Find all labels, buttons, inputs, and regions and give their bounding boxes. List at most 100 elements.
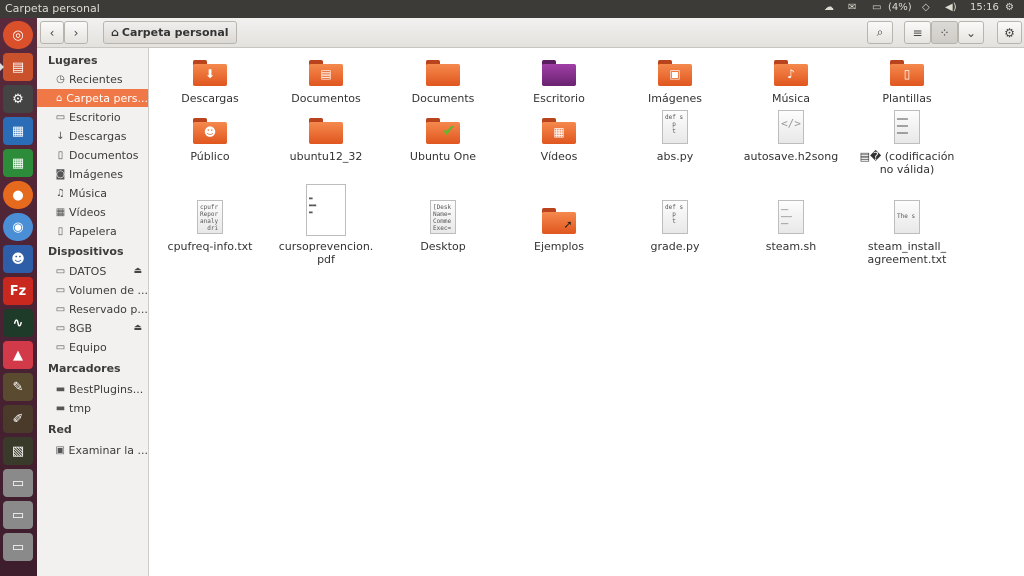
volume-icon[interactable]: ◀) (945, 2, 957, 13)
firefox-icon[interactable]: ● (3, 181, 33, 209)
dash-icon[interactable]: ◎ (3, 21, 33, 49)
path-bar-home[interactable]: ⌂ Carpeta personal (103, 21, 237, 44)
file-item[interactable]: ☻ Público (155, 118, 265, 163)
steam-icon[interactable]: ⚙ (3, 85, 33, 113)
list-icon: ≡ (912, 25, 923, 40)
forward-button[interactable]: › (64, 21, 88, 44)
file-item[interactable]: ubuntu12_32 (271, 118, 381, 163)
sidebar-item-volumen[interactable]: ▭ Volumen de ... (37, 281, 148, 299)
sidebar-item-examinar-red[interactable]: ▣ Examinar la ... (37, 441, 148, 459)
sidebar-item-videos[interactable]: ▦ Vídeos (37, 203, 148, 221)
code-file-icon: </> (778, 110, 804, 144)
file-item[interactable]: Escritorio (504, 60, 614, 105)
document-icon: ▯ (57, 149, 64, 161)
file-name: steam.sh (765, 240, 817, 253)
back-button[interactable]: ‹ (40, 21, 64, 44)
kernel-icon[interactable]: ☻ (3, 245, 33, 273)
file-item[interactable]: cpufr Repor analy dri cpufreq-info.txt (155, 200, 265, 253)
file-item[interactable]: ▦ Vídeos (504, 118, 614, 163)
calc-icon[interactable]: ▦ (3, 149, 33, 177)
file-item[interactable]: ── ─── ── steam.sh (736, 200, 846, 253)
sidebar-item-label: Equipo (69, 340, 107, 354)
file-item[interactable]: ⬇ Descargas (155, 60, 265, 105)
sidebar-item-label: Papelera (69, 224, 117, 238)
drawing-icon[interactable]: ▧ (3, 437, 33, 465)
file-item[interactable]: ▤ Documentos (271, 60, 381, 105)
file-item[interactable]: ▣ Imágenes (620, 60, 730, 105)
template-icon: ▯ (903, 67, 911, 81)
cloud-icon[interactable]: ☁ (824, 2, 834, 13)
file-item[interactable]: ✔ Ubuntu One (388, 118, 498, 163)
sidebar-item-documentos[interactable]: ▯ Documentos (37, 146, 148, 164)
file-item[interactable]: [Desk Name= Comme Exec= Desktop (388, 200, 498, 253)
sidebar-item-label: Documentos (69, 148, 139, 162)
filezilla-icon[interactable]: Fz (3, 277, 33, 305)
sidebar-item-descargas[interactable]: ↓ Descargas (37, 127, 148, 145)
settings-button[interactable]: ⚙ (997, 21, 1022, 44)
file-item[interactable]: ═══ ═══ ═══ ▤� (codificación no válida) (852, 110, 962, 176)
file-item[interactable]: ▯ Plantillas (852, 60, 962, 105)
sidebar-item-label: Carpeta pers... (66, 91, 148, 105)
eject-icon[interactable]: ⏏ (133, 266, 142, 276)
file-name: ▤� (codificación no válida) (859, 150, 955, 176)
grid-view-button[interactable]: ⁘ (931, 21, 958, 44)
battery-icon[interactable]: ▭ (872, 2, 881, 13)
file-name: Imágenes (648, 92, 702, 105)
drive-icon[interactable]: ▭ (3, 469, 33, 497)
drive-icon[interactable]: ▭ (3, 501, 33, 529)
file-item[interactable]: </> autosave.h2song (736, 110, 846, 163)
sidebar-item-label: Música (69, 186, 108, 200)
sidebar-item-bestplugins[interactable]: ▬ BestPlugins... (37, 380, 148, 398)
clock-text[interactable]: 15:16 (970, 2, 999, 13)
sidebar-item-papelera[interactable]: ▯ Papelera (37, 222, 148, 240)
file-item[interactable]: def s p t abs.py (620, 110, 730, 163)
list-view-button[interactable]: ≡ (904, 21, 931, 44)
sidebar-item-carpeta-personal[interactable]: ⌂ Carpeta pers... (37, 89, 148, 107)
download-icon: ⬇ (204, 67, 216, 81)
file-item[interactable]: def s p t grade.py (620, 200, 730, 253)
file-item[interactable]: ♪ Música (736, 60, 846, 105)
folder-icon: ▦ (542, 118, 576, 144)
folder-icon: ⬇ (193, 60, 227, 86)
system-monitor-icon[interactable]: ∿ (3, 309, 33, 337)
sidebar-item-datos[interactable]: ▭ DATOS ⏏ (37, 262, 148, 280)
triangle-app-icon[interactable]: ▲ (3, 341, 33, 369)
search-button[interactable]: ⌕ (867, 21, 893, 44)
wifi-icon[interactable]: ◇ (922, 2, 930, 13)
brush-icon[interactable]: ✐ (3, 405, 33, 433)
gear-icon[interactable]: ⚙ (1005, 2, 1014, 13)
file-name: Vídeos (540, 150, 578, 163)
section-dispositivos: Dispositivos (48, 245, 124, 258)
file-item[interactable]: Documents (388, 60, 498, 105)
file-item[interactable]: The s steam_install_ agreement.txt (852, 200, 962, 266)
sidebar-item-label: Descargas (69, 129, 127, 143)
sidebar-item-label: Volumen de ... (68, 283, 148, 297)
folder-icon (309, 118, 343, 144)
pencil-icon[interactable]: ✎ (3, 373, 33, 401)
path-label: Carpeta personal (121, 26, 229, 39)
writer-icon[interactable]: ▦ (3, 117, 33, 145)
sidebar-item-escritorio[interactable]: ▭ Escritorio (37, 108, 148, 126)
view-options-button[interactable]: ⌄ (958, 21, 984, 44)
drive-icon[interactable]: ▭ (3, 533, 33, 561)
files-icon[interactable]: ▤ (0, 53, 33, 81)
eject-icon[interactable]: ⏏ (133, 323, 142, 333)
sidebar-item-label: tmp (69, 401, 92, 415)
text-file-icon: cpufr Repor analy dri (197, 200, 223, 234)
file-item[interactable]: ▬ ▬▬ ▬ cursoprevencion. pdf (271, 184, 381, 266)
camera-icon: ◙ (55, 168, 66, 180)
folder-icon: ▯ (890, 60, 924, 86)
file-item[interactable]: ➚ Ejemplos (504, 208, 614, 253)
chromium-icon[interactable]: ◉ (3, 213, 33, 241)
sidebar-item-reservado[interactable]: ▭ Reservado p... (37, 300, 148, 318)
sidebar-item-recientes[interactable]: ◷ Recientes (37, 70, 148, 88)
sidebar-item-imagenes[interactable]: ◙ Imágenes (37, 165, 148, 183)
home-icon: ⌂ (55, 92, 63, 104)
file-grid: ⬇ Descargas ▤ Documentos Documents Escri… (149, 48, 1024, 576)
sidebar-item-musica[interactable]: ♫ Música (37, 184, 148, 202)
document-icon: ▤ (320, 67, 332, 81)
sidebar-item-equipo[interactable]: ▭ Equipo (37, 338, 148, 356)
sidebar-item-tmp[interactable]: ▬ tmp (37, 399, 148, 417)
sidebar-item-8gb[interactable]: ▭ 8GB ⏏ (37, 319, 148, 337)
mail-icon[interactable]: ✉ (848, 2, 856, 13)
